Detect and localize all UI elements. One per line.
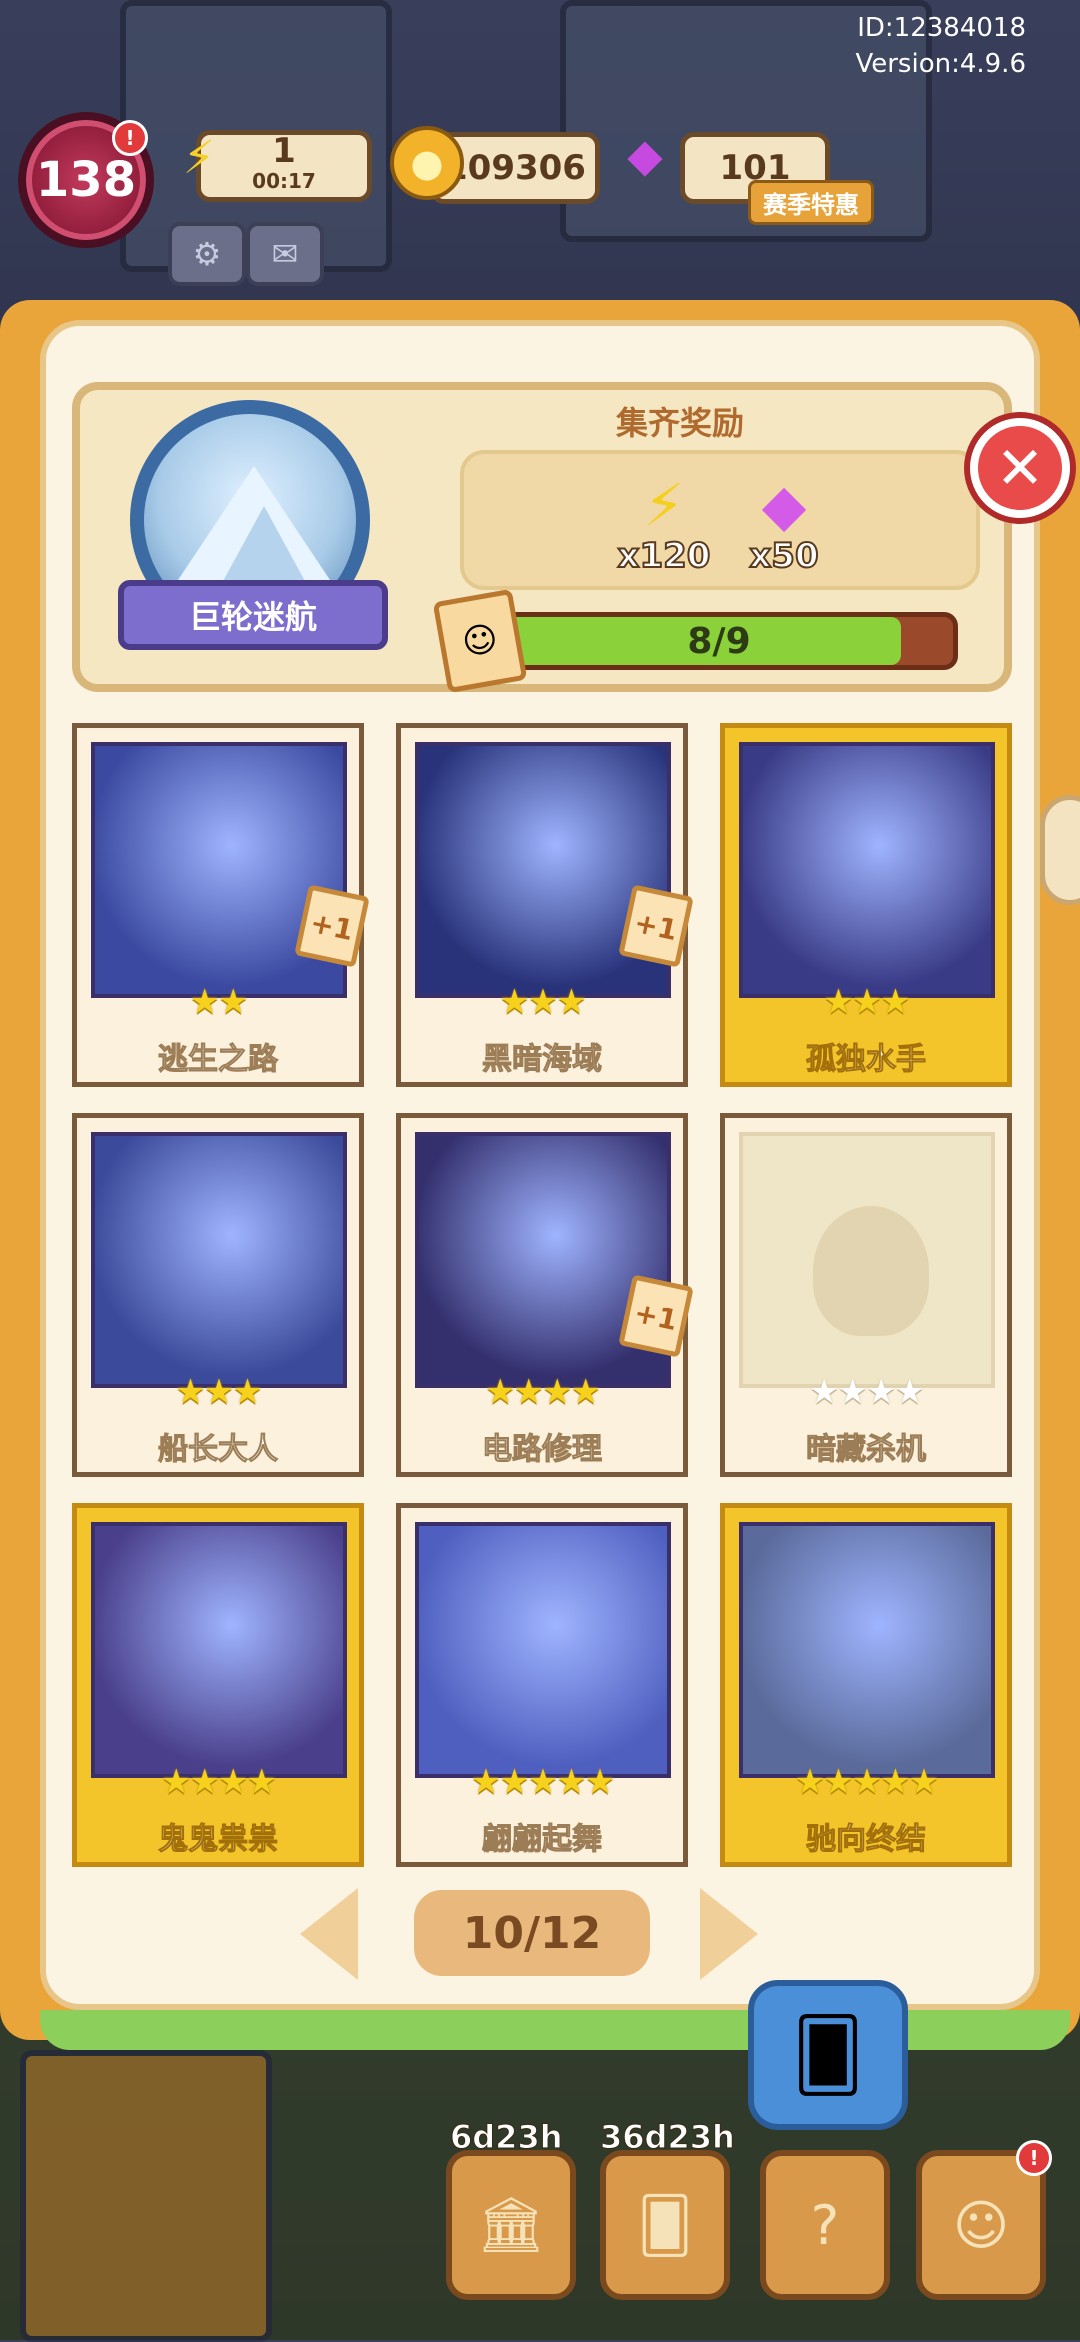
lightning-icon: ⚡ <box>643 471 685 539</box>
reward-item: ⚡ x120 <box>614 471 714 577</box>
gem-icon: ◆ <box>761 471 807 539</box>
dock-button-help[interactable]: ? <box>760 2150 890 2300</box>
account-info: ID:12384018 Version:4.9.6 <box>855 10 1026 82</box>
reward-amount: x50 <box>748 535 819 577</box>
gear-icon: ⚙ <box>192 235 222 273</box>
card-artwork <box>91 1522 347 1778</box>
card-stars: ★★★★ <box>485 1372 601 1412</box>
prev-page-arrow[interactable] <box>300 1888 358 1980</box>
album-book: 巨轮迷航 集齐奖励 ⚡ x120 ◆ x50 8/9 ☺ ✕ ★★ 逃生之路 +… <box>0 300 1080 2090</box>
reward-amount: x120 <box>617 535 712 577</box>
card-name: 电路修理 <box>482 1432 603 1468</box>
notification-dot: ! <box>112 120 148 156</box>
card-pack-icon: 🂠 <box>792 2014 864 2096</box>
progress-text: 8/9 <box>687 620 751 662</box>
mail-button[interactable]: ✉ <box>246 222 324 286</box>
chapter-name: 巨轮迷航 <box>188 598 317 636</box>
card-name: 船长大人 <box>158 1432 279 1468</box>
duplicate-badge: +1 <box>618 884 694 968</box>
app-version: Version:4.9.6 <box>855 49 1026 79</box>
album-card[interactable]: ★★ 逃生之路 +1 <box>72 723 370 1087</box>
album-card[interactable]: ★★★ 孤独水手 <box>720 723 1012 1087</box>
card-stars: ★★★★ <box>161 1762 277 1802</box>
cards-icon: 🂠 <box>637 2193 693 2257</box>
card-stars: ★★★ <box>823 982 910 1022</box>
album-card[interactable]: ★★★★★ 驰向终结 <box>720 1503 1012 1867</box>
card-artwork <box>739 742 995 998</box>
album-card[interactable]: ★★★★ 鬼鬼祟祟 <box>72 1503 364 1867</box>
duplicate-badge: +1 <box>294 884 370 968</box>
album-card[interactable]: ★★★ 船长大人 <box>72 1113 364 1477</box>
card-stars: ★★★★★ <box>794 1762 939 1802</box>
card-name: 逃生之路 <box>158 1042 279 1078</box>
locked-silhouette <box>813 1206 929 1336</box>
player-level: 138 <box>35 152 137 208</box>
question-icon: ? <box>810 2193 840 2257</box>
reward-item: ◆ x50 <box>734 471 834 577</box>
card-stars: ★★★★★ <box>470 1762 615 1802</box>
season-offer-label[interactable]: 赛季特惠 <box>748 180 874 225</box>
card-artwork <box>739 1132 995 1388</box>
settings-button[interactable]: ⚙ <box>168 222 246 286</box>
card-artwork <box>415 742 671 998</box>
coin-value: 109306 <box>444 148 586 188</box>
card-stack-icon: ☺ <box>432 588 528 694</box>
user-id: ID:12384018 <box>857 13 1026 43</box>
card-stars: ★★★ <box>175 1372 262 1412</box>
gem-icon: ◆ <box>627 128 663 182</box>
mail-icon: ✉ <box>271 235 299 273</box>
card-name: 翩翩起舞 <box>482 1822 603 1858</box>
card-name: 黑暗海域 <box>482 1042 603 1078</box>
album-card[interactable]: ★★★★★ 翩翩起舞 <box>396 1503 688 1867</box>
friends-icon: ☺ <box>952 2193 1010 2257</box>
coin-icon: ● <box>390 126 464 200</box>
card-artwork <box>415 1522 671 1778</box>
next-page-arrow[interactable] <box>700 1888 758 1980</box>
card-stars: ★★★★ <box>809 1372 925 1412</box>
card-stars: ★★ <box>189 982 249 1022</box>
reward-box: ⚡ x120 ◆ x50 <box>460 450 980 590</box>
card-name: 鬼鬼祟祟 <box>158 1822 279 1858</box>
album-card[interactable]: ★★★★ 暗藏杀机 <box>720 1113 1012 1477</box>
card-stars: ★★★ <box>499 982 586 1022</box>
close-icon: ✕ <box>995 434 1045 502</box>
lightning-icon: ⚡ <box>182 130 216 184</box>
collection-progress-bar: 8/9 <box>480 612 958 670</box>
dock-button-temple[interactable]: 🏛 <box>446 2150 576 2300</box>
card-artwork <box>415 1132 671 1388</box>
page-number: 10/12 <box>462 1907 602 1959</box>
chapter-name-ribbon: 巨轮迷航 <box>118 580 388 650</box>
temple-icon: 🏛 <box>476 2193 546 2256</box>
energy-value: 1 <box>272 131 296 171</box>
duplicate-badge: +1 <box>618 1274 694 1358</box>
page-indicator: 10/12 <box>414 1890 650 1976</box>
card-artwork <box>91 1132 347 1388</box>
side-tab-handle[interactable] <box>1040 795 1080 905</box>
reward-title: 集齐奖励 <box>615 404 744 442</box>
close-button[interactable]: ✕ <box>970 418 1070 518</box>
notification-dot: ! <box>1016 2140 1052 2176</box>
card-artwork <box>739 1522 995 1778</box>
card-name: 驰向终结 <box>806 1822 927 1858</box>
album-card[interactable]: ★★★★ 电路修理 +1 <box>396 1113 694 1477</box>
album-card[interactable]: ★★★ 黑暗海域 +1 <box>396 723 694 1087</box>
dock-button-cards[interactable]: 🂠 <box>600 2150 730 2300</box>
card-name: 暗藏杀机 <box>806 1432 927 1468</box>
card-name: 孤独水手 <box>806 1042 927 1078</box>
card-artwork <box>91 742 347 998</box>
album-edge <box>40 2010 1070 2050</box>
album-header: 巨轮迷航 集齐奖励 ⚡ x120 ◆ x50 8/9 ☺ ✕ <box>72 382 1070 694</box>
album-collection-button[interactable]: 🂠 <box>748 1980 908 2130</box>
energy-timer: 00:17 <box>252 169 316 193</box>
album-page: 巨轮迷航 集齐奖励 ⚡ x120 ◆ x50 8/9 ☺ ✕ ★★ 逃生之路 +… <box>40 320 1070 2010</box>
